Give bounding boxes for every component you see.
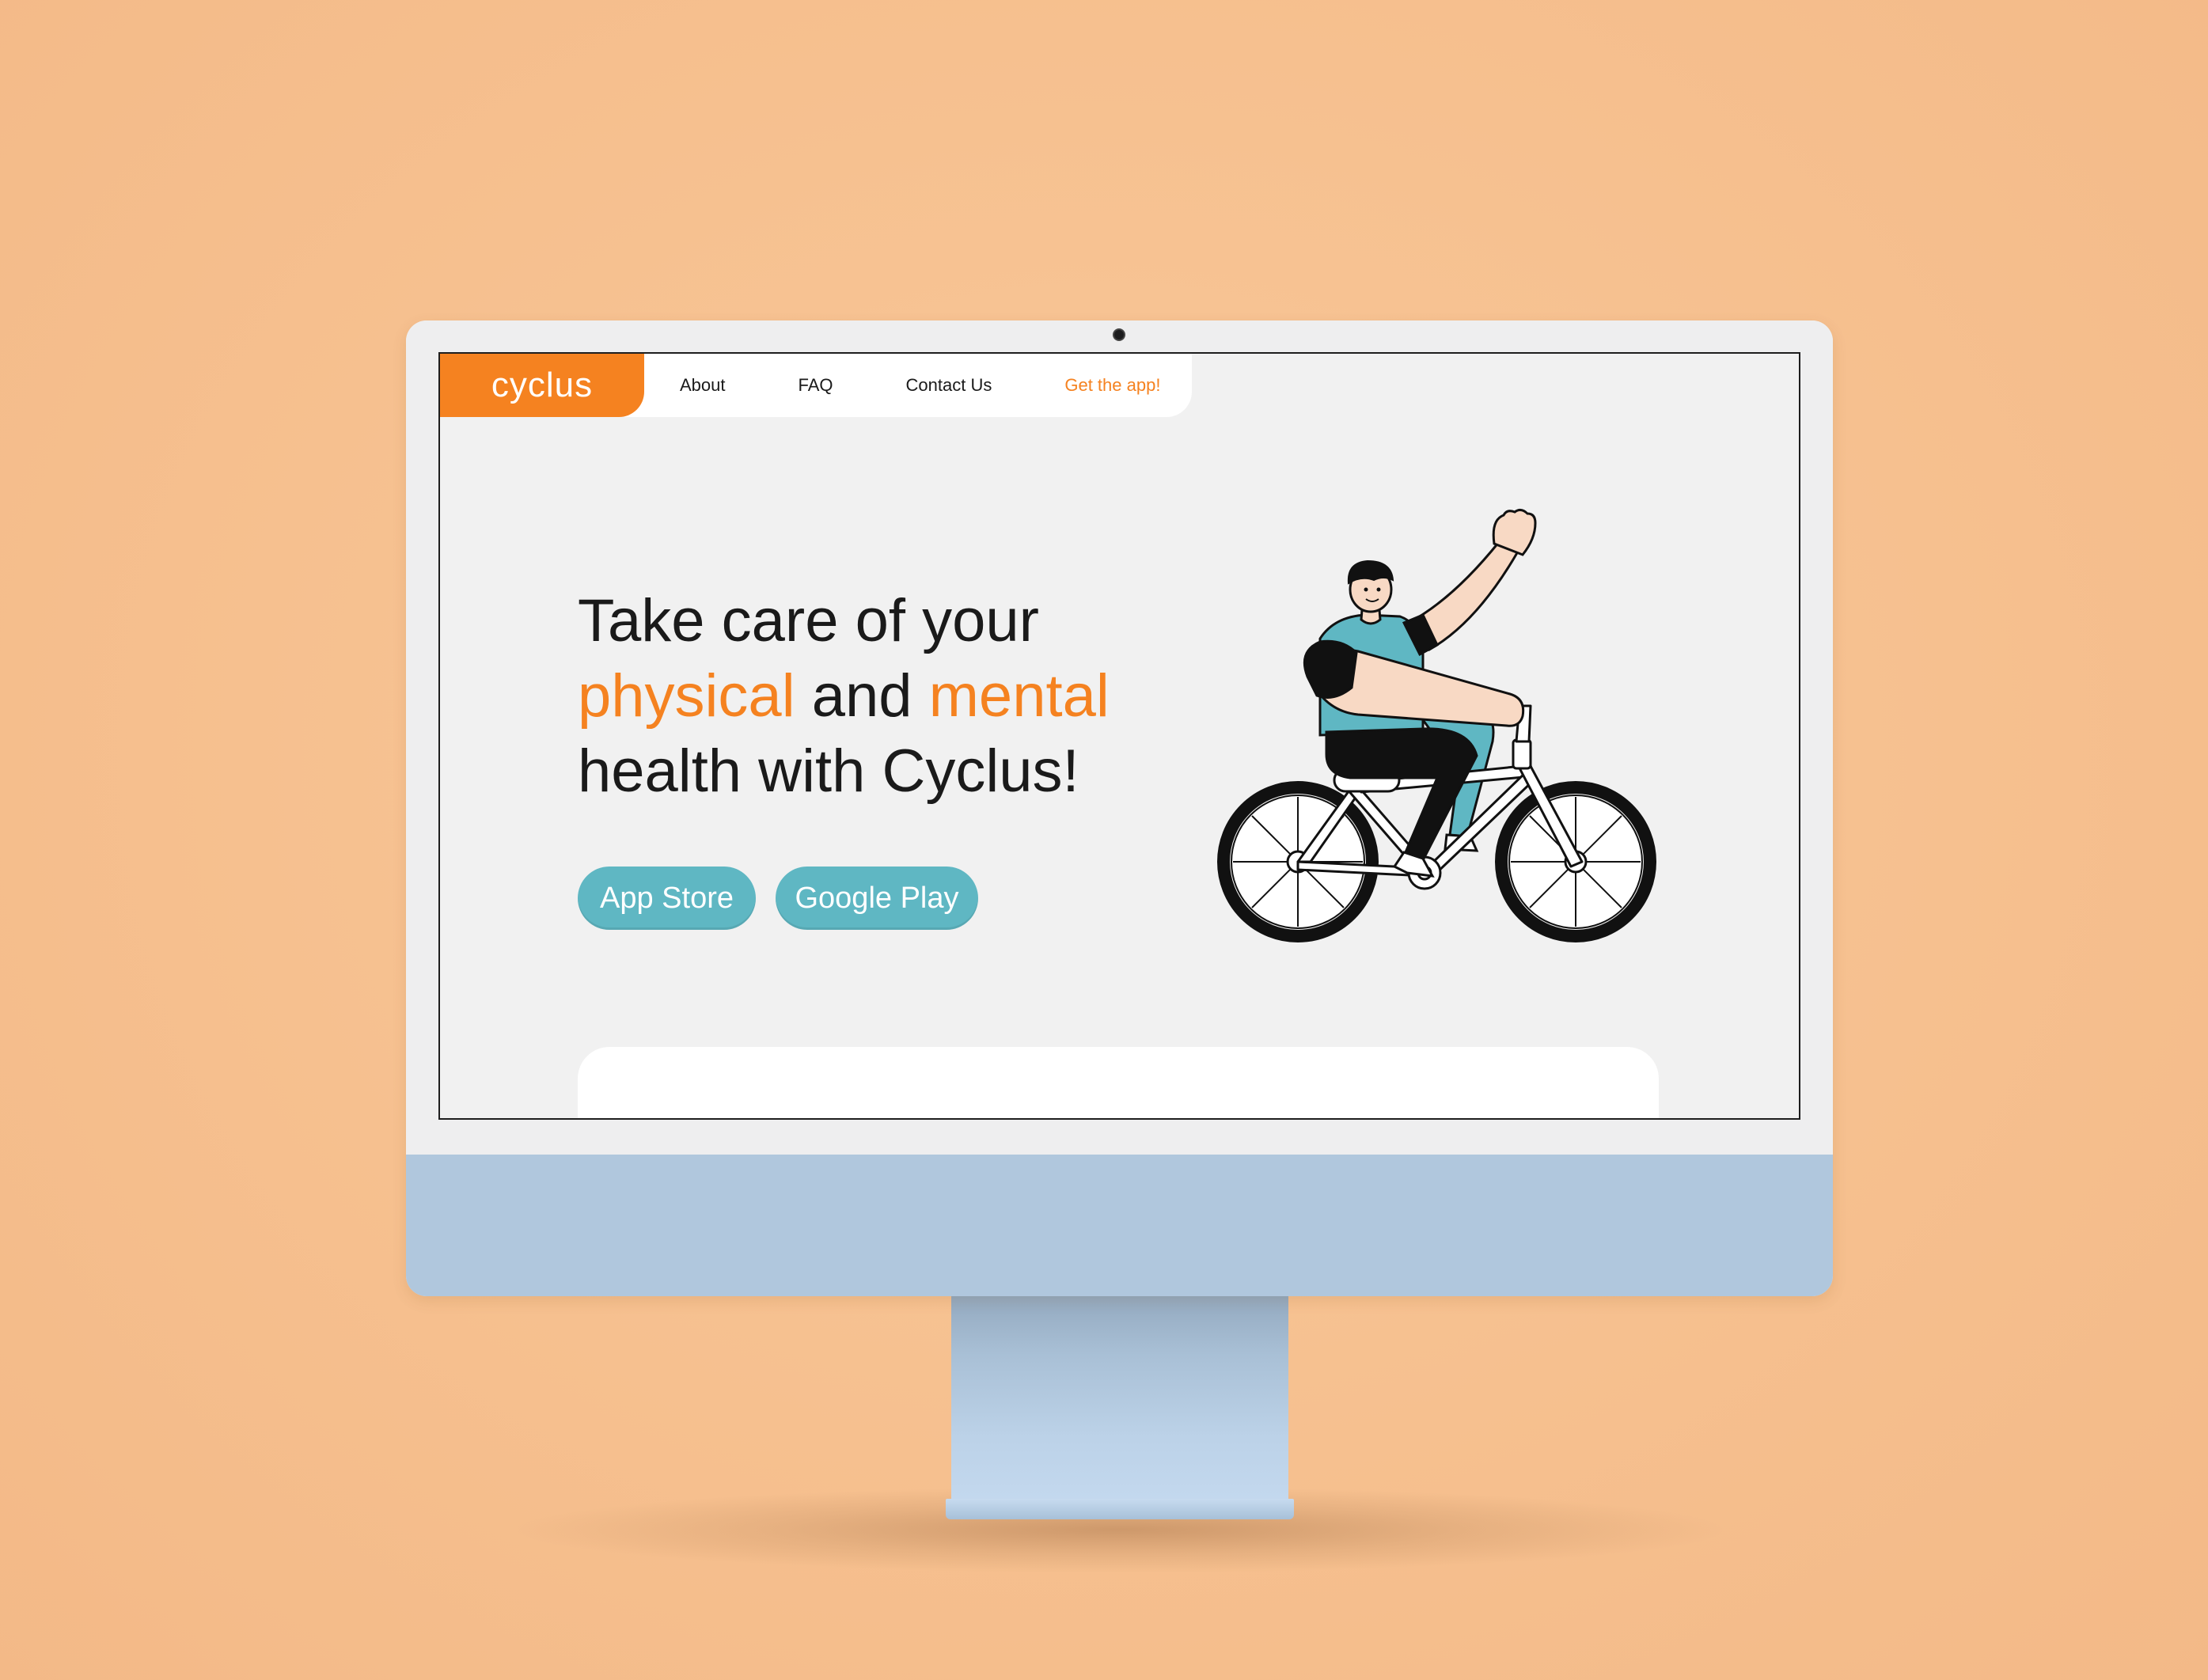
hero-line-3: health with Cyclus! (578, 738, 1079, 805)
nav-link-about[interactable]: About (680, 375, 726, 396)
camera-icon (1114, 330, 1124, 339)
content-card (578, 1047, 1659, 1118)
hero-word-physical: physical (578, 662, 795, 730)
website-screen: cyclus About FAQ Contact Us Get the app!… (438, 352, 1800, 1120)
hero-word-mental: mental (928, 662, 1110, 730)
nav-link-get-app[interactable]: Get the app! (1064, 375, 1160, 396)
cyclist-illustration (1217, 508, 1656, 942)
nav-links: About FAQ Contact Us Get the app! (644, 354, 1197, 417)
app-store-button[interactable]: App Store (578, 867, 756, 930)
hero-word-and: and (795, 662, 929, 730)
monitor: cyclus About FAQ Contact Us Get the app!… (406, 320, 1833, 1296)
hero-line-1: Take care of your (578, 587, 1039, 654)
monitor-stand-neck (951, 1295, 1288, 1499)
top-navigation: cyclus About FAQ Contact Us Get the app! (440, 354, 1192, 417)
monitor-stand-base (946, 1499, 1294, 1519)
monitor-chin (406, 1155, 1833, 1296)
nav-link-faq[interactable]: FAQ (799, 375, 833, 396)
logo[interactable]: cyclus (440, 354, 644, 417)
nav-link-contact[interactable]: Contact Us (906, 375, 992, 396)
hero-heading: Take care of your physical and mental he… (578, 583, 1110, 809)
google-play-button[interactable]: Google Play (776, 867, 978, 930)
logo-text: cyclus (491, 366, 594, 404)
